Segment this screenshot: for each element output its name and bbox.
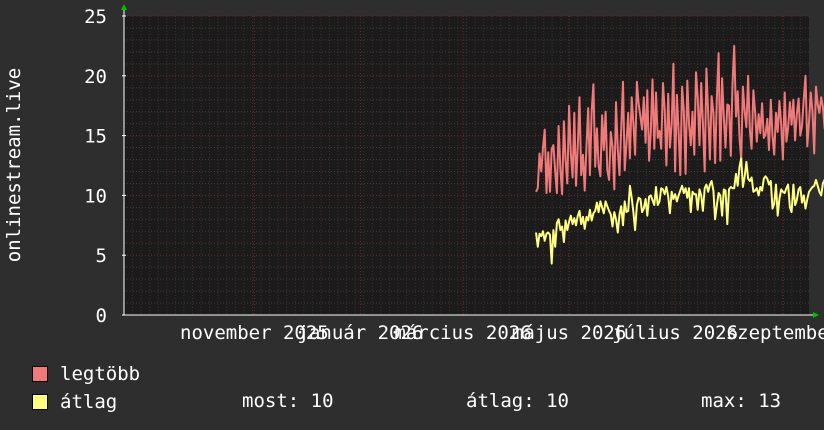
- x-tick-label: július 2026: [612, 322, 738, 344]
- y-tick-label: 5: [96, 245, 107, 267]
- plot-area: [124, 16, 809, 315]
- y-tick-label: 15: [84, 126, 107, 148]
- stat-now-label: most:: [242, 390, 300, 412]
- x-tick-label: május 2026: [512, 322, 626, 344]
- stat-now-value: 10: [310, 390, 334, 412]
- stat-max-value: 13: [758, 390, 782, 412]
- stat-avg-label: átlag:: [466, 390, 535, 412]
- y-axis-label: onlinestream.live: [3, 68, 25, 262]
- chart: 0 5 10 15 20 25 november 2025január 2026márci…: [3, 4, 824, 344]
- stat-avg-value: 10: [546, 390, 569, 412]
- legend-item-max: legtöbb: [32, 363, 140, 385]
- legend-item-avg: átlag: [32, 391, 117, 413]
- x-tick-labels: november 2025január 2026március 2026máju…: [180, 322, 824, 344]
- y-tick-label: 20: [84, 66, 107, 88]
- legend-swatch-avg: [32, 394, 48, 410]
- y-tick-labels: 0 5 10 15 20 25: [84, 6, 107, 327]
- legend-label-max: legtöbb: [60, 363, 141, 385]
- x-axis-arrow-icon: [813, 312, 819, 318]
- stat-max-label: max:: [701, 390, 747, 412]
- y-axis-arrow-icon: [121, 4, 127, 10]
- stat-max: max: 13: [701, 390, 781, 412]
- y-tick-label: 10: [84, 185, 107, 207]
- legend-swatch-max: [32, 366, 48, 382]
- y-tick-label: 0: [96, 305, 107, 327]
- y-tick-label: 25: [84, 6, 107, 28]
- legend-label-avg: átlag: [60, 391, 118, 413]
- x-tick-label: szeptember: [726, 322, 824, 344]
- stat-now: most: 10: [242, 390, 334, 412]
- stat-avg: átlag: 10: [466, 390, 569, 412]
